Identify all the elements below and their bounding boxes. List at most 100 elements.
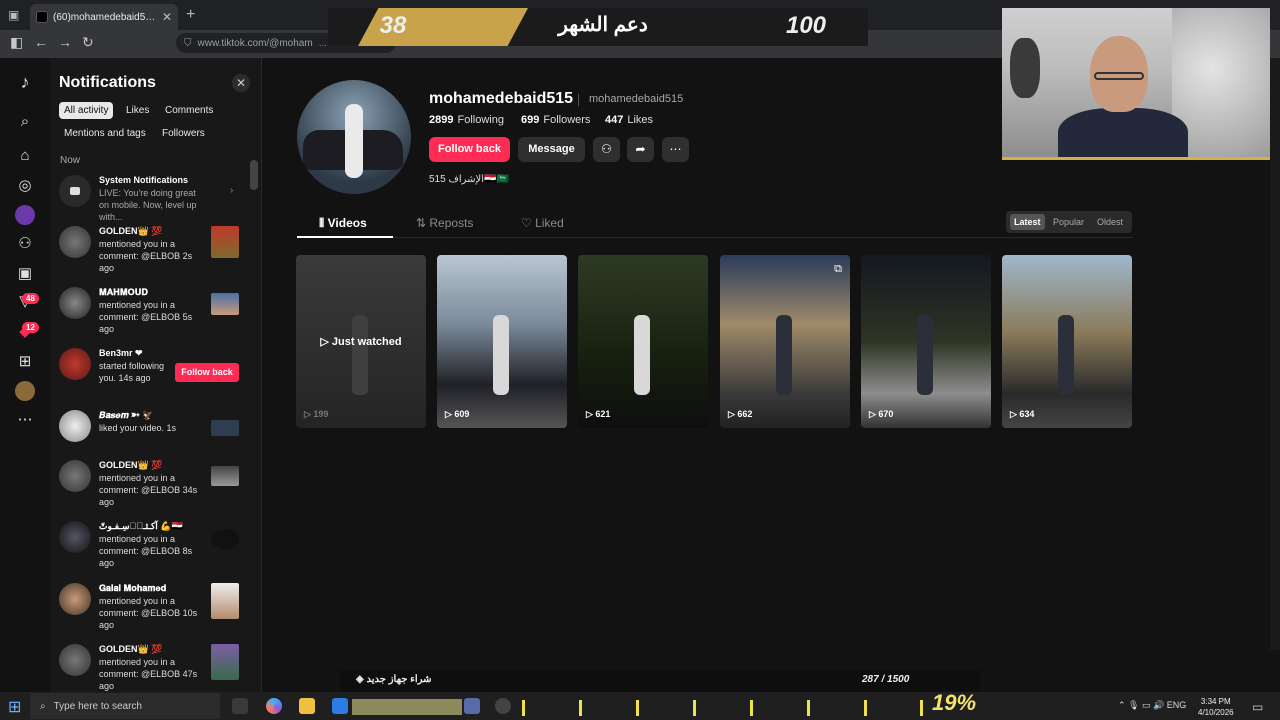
list-item[interactable]: GOLDEN👑 💯 mentioned you in a comment: @E… [58, 226, 244, 273]
profile-bio: 515 الإشراف🇪🇬🇸🇦 [429, 174, 509, 185]
sort-popular[interactable]: Popular [1049, 214, 1088, 230]
notifications-scrollbar[interactable] [250, 160, 258, 190]
list-item[interactable]: Ben3mr ❤ started following you. 14s ago … [58, 348, 244, 396]
copilot-icon[interactable] [266, 698, 282, 714]
video-thumbnail[interactable] [211, 293, 239, 315]
start-icon[interactable]: ⊞ [8, 697, 21, 717]
system-tray[interactable]: ⌃ 🎙 ▭ 🔊 ENG [1118, 700, 1186, 711]
play-icon: ▷ [320, 336, 332, 348]
sort-oldest[interactable]: Oldest [1093, 214, 1127, 230]
video-thumbnail[interactable] [211, 466, 239, 486]
following-avatar-icon[interactable] [15, 205, 35, 225]
video-thumbnail[interactable] [211, 529, 239, 549]
tab-videos[interactable]: ⦀ Videos [319, 216, 367, 231]
live-icon[interactable]: ▣ [15, 264, 35, 284]
app-icon[interactable] [464, 698, 480, 714]
followers-stat[interactable]: 699 Followers [521, 114, 590, 126]
tab-liked[interactable]: ♡ Liked [521, 216, 564, 230]
filter-followers[interactable]: Followers [157, 125, 210, 142]
profile-username: mohamedebaid515 [429, 90, 574, 107]
notification-message: LIVE: You're doing great on mobile. Now,… [99, 188, 197, 222]
video-card[interactable]: ▷ Just watched ▷ 199 [296, 255, 426, 428]
notification-message: mentioned you in a comment: @ELBOB 10s a… [99, 596, 198, 630]
forward-icon[interactable]: → [58, 34, 72, 50]
taskbar-search[interactable]: ⌕ Type here to search [30, 693, 220, 719]
filter-all-activity[interactable]: All activity [59, 102, 114, 119]
video-thumbnail[interactable] [211, 583, 239, 619]
filter-mentions[interactable]: Mentions and tags [59, 125, 151, 142]
video-card[interactable]: ⧉ ▷ 662 [720, 255, 850, 428]
add-friend-icon[interactable]: ⚇ [593, 137, 620, 162]
page-scrollbar[interactable] [1270, 58, 1280, 650]
friends-icon[interactable]: ⚇ [15, 234, 35, 254]
profile-avatar[interactable] [297, 80, 411, 194]
likes-count: 447 [605, 114, 624, 126]
follow-back-button[interactable]: Follow back [429, 137, 510, 162]
message-button[interactable]: Message [518, 137, 585, 162]
url-text-truncated: ... [318, 37, 328, 49]
avatar [59, 287, 91, 319]
overlay-bottom-progress: 287 / 1500 [862, 674, 910, 685]
explore-icon[interactable]: ◎ [15, 176, 35, 196]
browser-tab[interactable]: (60)mohamedebaid515 (@moh ✕ [30, 4, 178, 30]
video-views: ▷ 199 [304, 409, 329, 419]
overlay-bottom-goal: ◈ شراء جهاز جديد [356, 674, 432, 685]
avatar [59, 644, 91, 676]
likes-stat: 447 Likes [605, 114, 653, 126]
close-icon[interactable]: ✕ [232, 74, 250, 92]
back-icon[interactable]: ← [34, 34, 48, 50]
list-item[interactable]: GOLDEN👑 💯 mentioned you in a comment: @E… [58, 644, 244, 691]
filter-comments[interactable]: Comments [160, 102, 218, 119]
notifications-title: Notifications [59, 74, 156, 91]
close-tab-icon[interactable]: ✕ [162, 10, 172, 24]
obs-icon[interactable] [495, 698, 511, 714]
list-item[interactable]: GOLDEN👑 💯 mentioned you in a comment: @E… [58, 460, 244, 507]
video-views-count: 634 [1019, 409, 1035, 419]
tab-liked-label: Liked [535, 216, 564, 230]
notification-message: mentioned you in a comment: @ELBOB 5s ag… [99, 300, 193, 334]
video-card[interactable]: ▷ 670 [861, 255, 991, 428]
divider [578, 94, 579, 106]
list-item[interactable]: 𝐌𝐀𝐇𝐌𝐎𝐔𝐃 mentioned you in a comment: @ELB… [58, 287, 244, 334]
sort-latest[interactable]: Latest [1010, 214, 1045, 230]
tiktok-logo-icon[interactable]: ♪ [15, 72, 35, 92]
upload-icon[interactable]: ⊞ [15, 352, 35, 372]
more-icon[interactable]: ⋯ [15, 410, 35, 430]
follow-back-button[interactable]: Follow back [175, 363, 239, 382]
video-thumbnail[interactable] [211, 420, 239, 436]
video-thumbnail[interactable] [211, 226, 239, 258]
store-icon[interactable] [332, 698, 348, 714]
notification-center-icon[interactable]: ▭ [1252, 700, 1263, 714]
filter-likes[interactable]: Likes [121, 102, 154, 119]
tab-actions-icon[interactable]: ▣ [8, 8, 19, 22]
video-card[interactable]: ▷ 634 [1002, 255, 1132, 428]
file-explorer-icon[interactable] [299, 698, 315, 714]
overlay-bottom-goal-text: شراء جهاز جديد [366, 674, 432, 685]
tab-reposts[interactable]: ⇅ Reposts [416, 216, 473, 230]
task-view-icon[interactable] [232, 698, 248, 714]
tab-title: (60)mohamedebaid515 (@moh [53, 11, 157, 23]
list-item[interactable]: آكـثـر٘سِـفـوتّ 💪🇪🇬 mentioned you in a c… [58, 521, 244, 568]
following-stat[interactable]: 2899 Following [429, 114, 504, 126]
profile-handle: mohamedebaid515 [589, 93, 684, 105]
video-card[interactable]: ▷ 609 [437, 255, 567, 428]
more-options-icon[interactable]: ⋯ [662, 137, 689, 162]
tab-reposts-label: Reposts [429, 216, 474, 230]
home-icon[interactable]: ⌂ [15, 146, 35, 166]
profile-avatar-icon[interactable] [15, 381, 35, 401]
search-icon[interactable]: ⌕ [15, 112, 35, 132]
reload-icon[interactable]: ↻ [82, 34, 94, 51]
notification-message: mentioned you in a comment: @ELBOB 2s ag… [99, 239, 193, 273]
just-watched-label: ▷ Just watched [296, 335, 426, 348]
share-icon[interactable]: ➦ [627, 137, 654, 162]
video-card[interactable]: ▷ 621 [578, 255, 708, 428]
video-thumbnail[interactable] [211, 644, 239, 680]
site-info-icon[interactable]: ⛉ [184, 38, 192, 49]
new-tab-icon[interactable]: + [186, 6, 195, 24]
sidebar-toggle-icon[interactable]: ◧ [10, 34, 23, 51]
taskbar-clock[interactable]: 3:34 PM 4/10/2026 [1198, 696, 1234, 718]
list-item[interactable]: 𝐆𝐚𝐥𝐚𝐥 𝐌𝐨𝐡𝐚𝐦𝐞𝐝 mentioned you in a comment… [58, 583, 244, 630]
notification-sender: 𝐌𝐀𝐇𝐌𝐎𝐔𝐃 [99, 287, 148, 297]
list-item[interactable]: System Notifications LIVE: You're doing … [58, 175, 244, 222]
list-item[interactable]: 𝑩𝒂𝒔𝒆𝒎 ➳ 🦅 liked your video. 1s [58, 410, 244, 442]
